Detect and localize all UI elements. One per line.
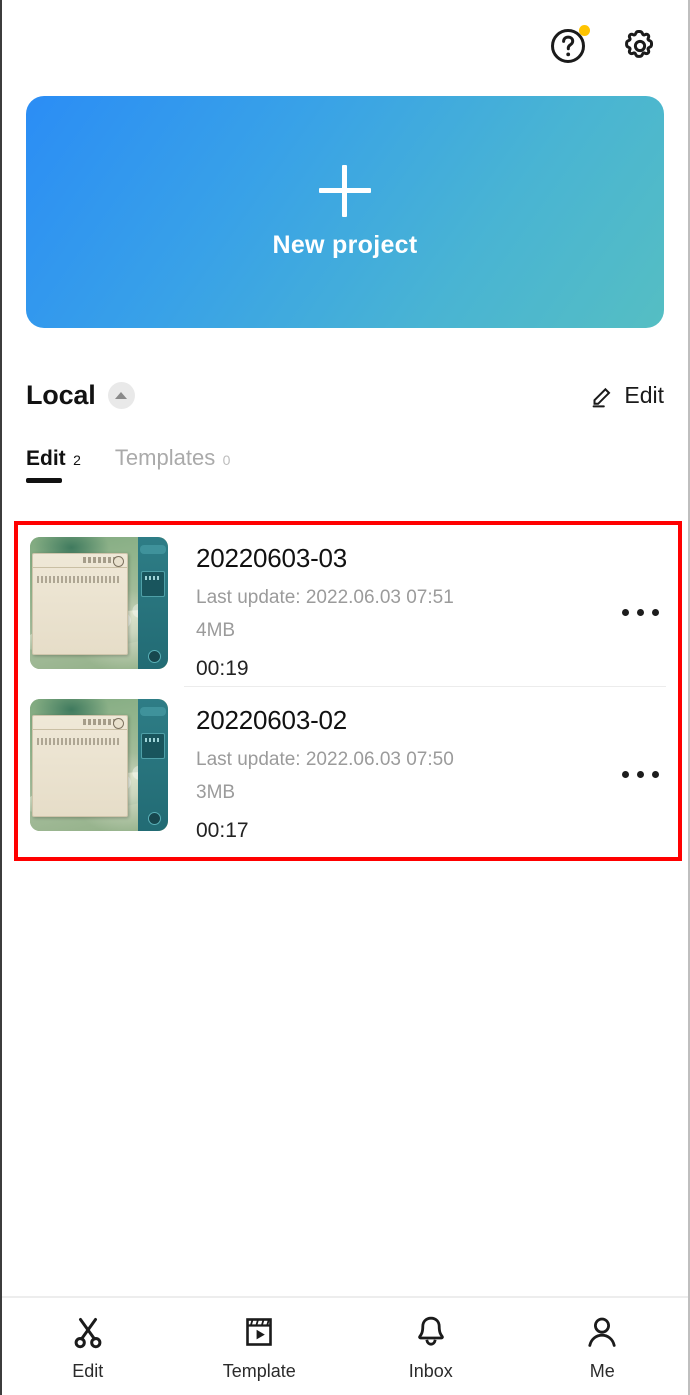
thumbnail-panel-close-icon [113,556,124,567]
app-screen: New project Local Edit Edit 2 Templates … [0,0,690,1395]
settings-button[interactable] [618,24,662,68]
nav-item-edit-label: Edit [72,1360,104,1381]
scissors-icon [74,1317,102,1348]
nav-item-template[interactable]: Template [174,1312,346,1382]
help-button[interactable] [546,24,590,68]
thumbnail-panel-close-icon [113,718,124,729]
thumbnail-sidebar-top [140,707,166,716]
nav-item-inbox[interactable]: Inbox [345,1312,517,1382]
thumbnail-sidebar-top [140,545,166,554]
tab-templates-count: 0 [222,452,231,468]
project-last-update: Last update: 2022.06.03 07:51 [196,587,454,608]
project-duration: 00:19 [196,657,249,680]
chevron-up-icon [115,392,128,399]
thumbnail-panel-divider [33,567,127,568]
more-horizontal-icon [651,770,659,778]
tab-templates[interactable]: Templates 0 [115,445,231,483]
bell-icon [417,1316,444,1346]
project-name: 20220603-02 [196,705,348,735]
project-thumbnail[interactable] [30,699,168,831]
project-menu-button[interactable] [616,608,678,616]
project-list-highlight: 20220603-03 Last update: 2022.06.03 07:5… [14,521,682,861]
edit-mode-label: Edit [624,382,664,408]
collapse-toggle[interactable] [107,382,135,409]
more-horizontal-icon [621,608,629,616]
table-row[interactable]: 20220603-03 Last update: 2022.06.03 07:5… [18,525,678,687]
nav-item-me[interactable]: Me [517,1312,689,1382]
new-project-label: New project [272,230,418,259]
project-duration: 00:17 [196,819,249,842]
local-tabs: Edit 2 Templates 0 [26,445,664,483]
nav-item-me-label: Me [589,1360,615,1381]
project-last-update: Last update: 2022.06.03 07:50 [196,749,454,770]
bottom-navigation: Edit Template Inbox Me [2,1298,688,1395]
thumbnail-panel-text [37,738,121,745]
gear-icon [625,30,653,58]
project-size: 4MB [196,620,236,641]
thumbnail-dialog-panel [32,553,128,655]
thumbnail-sidebar [138,537,168,669]
thumbnail-sidebar-button [148,812,161,825]
project-thumbnail[interactable] [30,537,168,669]
thumbnail-sidebar-tab [141,733,165,759]
pencil-icon [592,387,611,407]
table-row[interactable]: 20220603-02 Last update: 2022.06.03 07:5… [18,687,678,849]
top-bar [2,0,688,92]
tab-templates-label: Templates [114,445,216,470]
tab-active-indicator [26,478,62,483]
project-menu-button[interactable] [616,770,678,778]
nav-item-template-label: Template [222,1360,296,1381]
more-horizontal-icon [651,608,659,616]
thumbnail-sidebar [138,699,168,831]
person-icon [588,1317,616,1347]
more-horizontal-icon [636,770,644,778]
nav-item-inbox-label: Inbox [408,1360,453,1381]
thumbnail-sidebar-tab [141,571,165,597]
page-title: Local [26,380,96,410]
edit-mode-button[interactable]: Edit [589,382,664,409]
project-name: 20220603-03 [196,543,348,573]
tab-edit-label: Edit [26,447,66,470]
project-info: 20220603-03 Last update: 2022.06.03 07:5… [168,537,616,681]
more-horizontal-icon [621,770,629,778]
notification-dot-icon [579,25,590,36]
tab-edit[interactable]: Edit 2 [26,447,81,483]
thumbnail-dialog-panel [32,715,128,817]
project-size: 3MB [196,782,236,803]
project-info: 20220603-02 Last update: 2022.06.03 07:5… [168,699,616,843]
clapperboard-play-icon [246,1317,273,1346]
thumbnail-sidebar-button [148,650,161,663]
new-project-button[interactable]: New project [26,96,664,328]
more-horizontal-icon [636,608,644,616]
thumbnail-panel-text [37,576,121,583]
plus-icon [319,164,371,217]
local-section-header: Local Edit [26,380,664,411]
nav-item-edit[interactable]: Edit [2,1312,174,1382]
tab-edit-count: 2 [73,452,81,468]
thumbnail-panel-divider [33,729,127,730]
